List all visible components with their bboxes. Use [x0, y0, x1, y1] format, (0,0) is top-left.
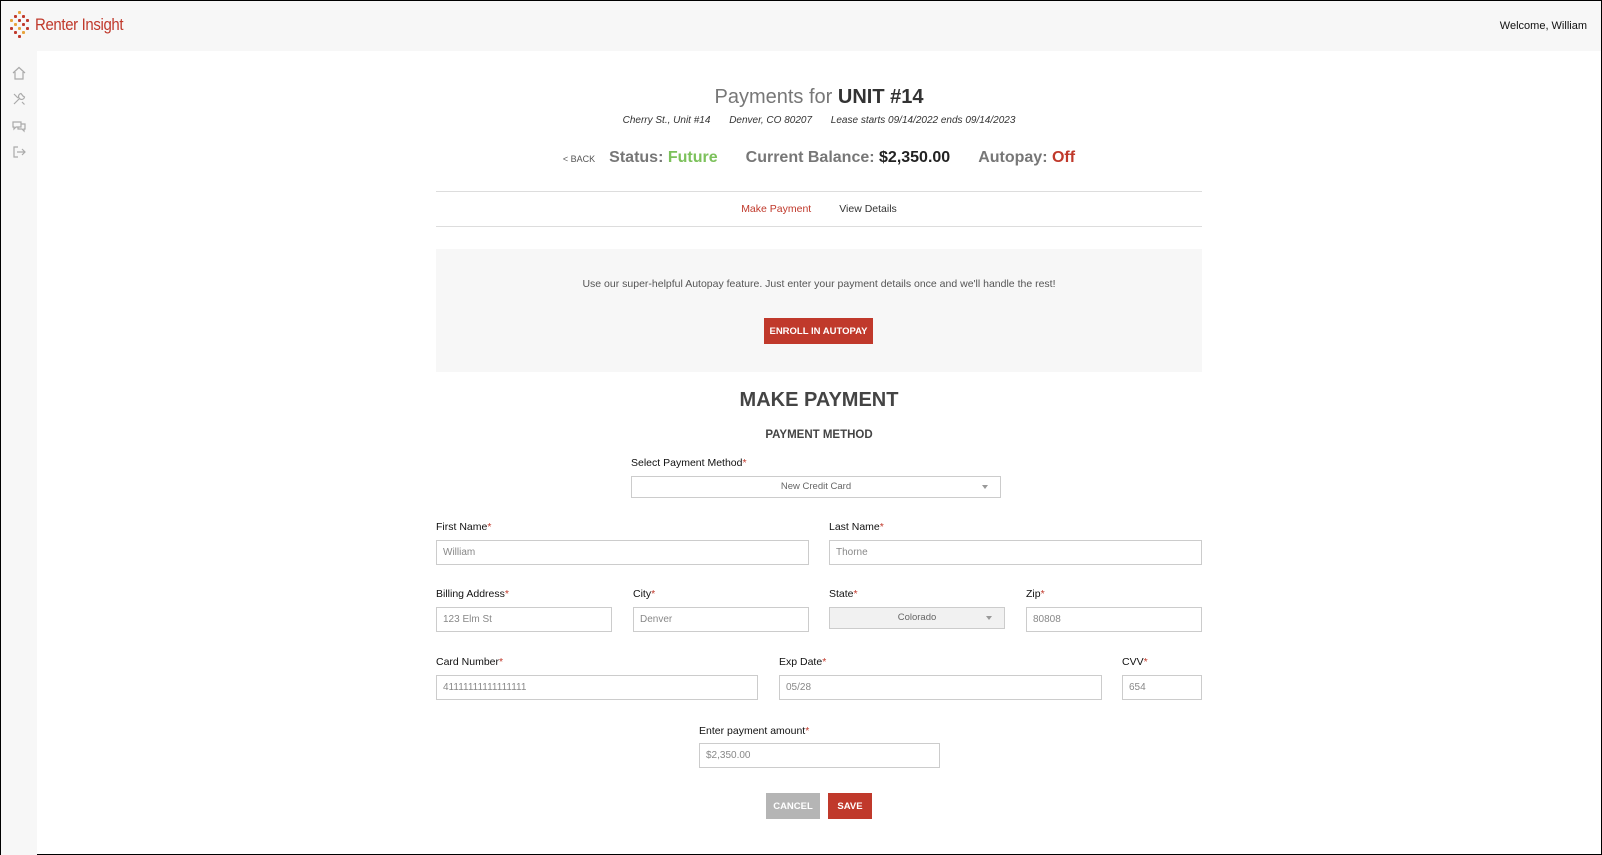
lease-info: Cherry St., Unit #14 Denver, CO 80207 Le… [436, 115, 1202, 126]
cvv-label-text: CVV [1122, 656, 1144, 668]
payment-amount-field[interactable]: $2,350.00 [699, 743, 940, 768]
payment-method-label-text: Select Payment Method [631, 457, 743, 469]
balance-value: $2,350.00 [879, 149, 951, 166]
zip-label: Zip* [1026, 588, 1045, 600]
tab-make-payment[interactable]: Make Payment [741, 203, 811, 215]
balance-label: Current Balance: [745, 149, 875, 166]
required-marker: * [499, 656, 504, 668]
billing-address-label-text: Billing Address [436, 588, 505, 600]
brand-logo[interactable]: Renter Insight [9, 11, 135, 39]
exp-date-field[interactable]: 05/28 [779, 675, 1102, 700]
lease-dates: Lease starts 09/14/2022 ends 09/14/2023 [830, 115, 1016, 126]
last-name-label: Last Name* [829, 521, 884, 533]
zip-field[interactable]: 80808 [1026, 607, 1202, 632]
city-label-text: City [633, 588, 652, 600]
card-number-label: Card Number* [436, 656, 503, 668]
payment-amount-label: Enter payment amount* [699, 725, 809, 737]
tab-bar: Make Payment View Details [436, 191, 1202, 227]
payment-amount-label-text: Enter payment amount [699, 725, 806, 737]
required-marker: * [1040, 588, 1045, 600]
status-label: Status: [609, 149, 664, 166]
last-name-field[interactable]: Thorne [829, 540, 1202, 565]
chevron-down-icon [982, 485, 988, 489]
card-number-label-text: Card Number [436, 656, 500, 668]
first-name-field[interactable]: William [436, 540, 809, 565]
required-marker: * [487, 521, 492, 533]
last-name-label-text: Last Name [829, 521, 880, 533]
brand-name: Renter Insight [35, 15, 124, 34]
state-label: State* [829, 588, 858, 600]
logout-icon[interactable] [11, 144, 27, 160]
autopay-promo: Use our super-helpful Autopay feature. J… [436, 249, 1202, 372]
payment-method-select[interactable]: New Credit Card [631, 476, 1001, 498]
unit-address: Cherry St., Unit #14 [622, 115, 711, 126]
balance-group: Current Balance: $2,350.00 [746, 149, 951, 167]
required-marker: * [879, 521, 884, 533]
billing-address-label: Billing Address* [436, 588, 509, 600]
zip-label-text: Zip [1026, 588, 1041, 600]
city-field[interactable]: Denver [633, 607, 809, 632]
state-value: Colorado [897, 612, 937, 623]
state-label-text: State [829, 588, 854, 600]
welcome-user[interactable]: Welcome, William [1500, 20, 1587, 32]
tab-view-details[interactable]: View Details [839, 203, 897, 215]
required-marker: * [853, 588, 858, 600]
chat-icon[interactable] [11, 118, 27, 134]
autopay-promo-text: Use our super-helpful Autopay feature. J… [582, 278, 1056, 290]
required-marker: * [504, 588, 509, 600]
required-marker: * [1143, 656, 1148, 668]
city-label: City* [633, 588, 655, 600]
exp-date-label: Exp Date* [779, 656, 826, 668]
cvv-label: CVV* [1122, 656, 1148, 668]
page-title: Payments for UNIT #14 [436, 86, 1202, 109]
status-value: Future [667, 149, 718, 166]
page-title-prefix: Payments for [714, 86, 833, 108]
make-payment-heading: MAKE PAYMENT [739, 389, 899, 411]
home-icon[interactable] [11, 65, 27, 81]
first-name-label: First Name* [436, 521, 491, 533]
required-marker: * [805, 725, 810, 737]
back-link[interactable]: < BACK [563, 154, 595, 164]
required-marker: * [822, 656, 827, 668]
payment-method-heading: PAYMENT METHOD [765, 429, 873, 441]
enroll-autopay-button[interactable]: ENROLL IN AUTOPAY [764, 318, 873, 344]
billing-address-field[interactable]: 123 Elm St [436, 607, 612, 632]
exp-date-label-text: Exp Date [779, 656, 823, 668]
tools-icon[interactable] [11, 91, 27, 107]
unit-city: Denver, CO 80207 [729, 115, 813, 126]
cvv-field[interactable]: 654 [1122, 675, 1202, 700]
card-number-field[interactable]: 41111111111111111 [436, 675, 758, 700]
chevron-down-icon [986, 616, 992, 620]
autopay-group: Autopay: Off [978, 149, 1075, 167]
autopay-label: Autopay: [978, 149, 1048, 166]
logo-mark-icon [9, 11, 31, 39]
top-bar: Renter Insight Welcome, William [1, 1, 1601, 51]
status-row: < BACK Status: Future Current Balance: $… [436, 149, 1202, 167]
save-button[interactable]: SAVE [828, 793, 872, 819]
autopay-value: Off [1051, 149, 1076, 166]
required-marker: * [651, 588, 656, 600]
sidebar [1, 51, 37, 855]
state-select[interactable]: Colorado [829, 607, 1005, 629]
first-name-label-text: First Name [436, 521, 488, 533]
payment-method-label: Select Payment Method* [631, 457, 747, 469]
page-title-unit: UNIT #14 [837, 86, 924, 108]
status-group: Status: Future [609, 149, 717, 167]
cancel-button[interactable]: CANCEL [766, 793, 820, 819]
required-marker: * [742, 457, 747, 469]
payment-method-value: New Credit Card [780, 481, 852, 492]
